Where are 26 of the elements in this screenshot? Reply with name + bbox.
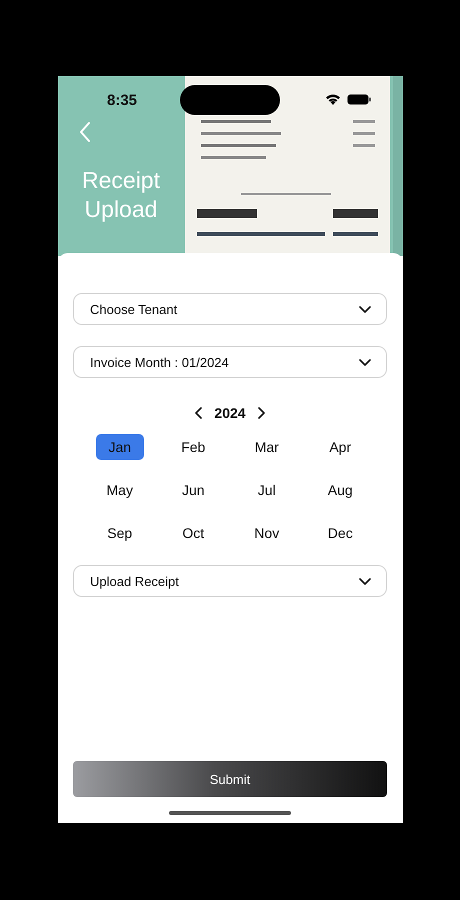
- month-option[interactable]: Feb: [169, 434, 218, 460]
- chevron-left-icon: [78, 121, 92, 143]
- month-option[interactable]: Mar: [242, 434, 291, 460]
- month-option[interactable]: Dec: [316, 520, 364, 546]
- month-option[interactable]: Jan: [96, 434, 144, 460]
- month-option[interactable]: Jun: [169, 477, 218, 503]
- month-option[interactable]: Apr: [316, 434, 364, 460]
- month-option[interactable]: Sep: [96, 520, 144, 546]
- invoice-month-dropdown[interactable]: Invoice Month : 01/2024: [73, 346, 387, 378]
- chevron-down-icon: [359, 358, 371, 366]
- chevron-down-icon: [359, 578, 371, 584]
- status-time: 8:35: [107, 92, 138, 109]
- upload-receipt-dropdown[interactable]: Upload Receipt: [73, 565, 387, 597]
- wifi-icon: [325, 93, 341, 105]
- chevron-left-icon: [195, 407, 202, 419]
- chevron-down-icon: [359, 306, 371, 312]
- month-option[interactable]: Oct: [169, 520, 218, 546]
- year-label: 2024: [214, 405, 246, 421]
- chevron-right-icon: [258, 407, 265, 419]
- page-title: Receipt Upload: [81, 166, 161, 224]
- month-option[interactable]: Nov: [242, 520, 291, 546]
- month-option[interactable]: Jul: [242, 477, 291, 503]
- submit-button[interactable]: Submit: [73, 761, 387, 797]
- tenant-dropdown[interactable]: Choose Tenant: [73, 293, 387, 325]
- month-option[interactable]: May: [96, 477, 144, 503]
- month-option[interactable]: Aug: [316, 477, 364, 503]
